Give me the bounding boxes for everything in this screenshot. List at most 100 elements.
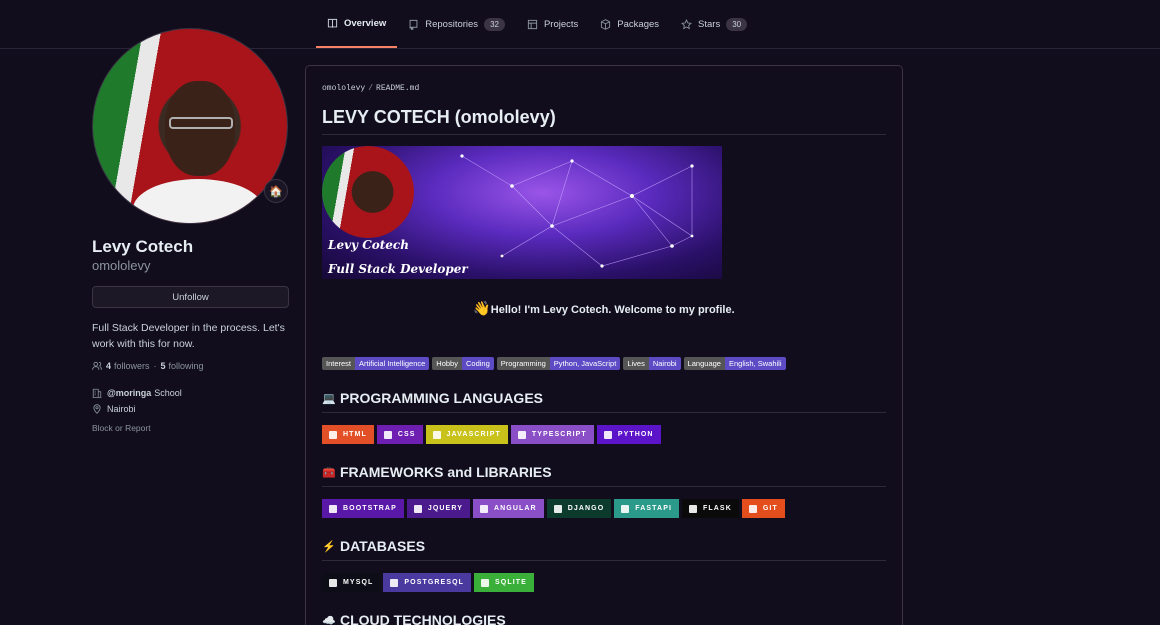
profile-login: omololevy: [92, 258, 151, 273]
breadcrumb-separator: /: [368, 84, 374, 93]
profile-bio: Full Stack Developer in the process. Let…: [92, 322, 285, 350]
avatar[interactable]: [92, 28, 288, 224]
tab-overview-label: Overview: [344, 17, 387, 29]
banner-name: Levy Cotech: [328, 238, 409, 252]
tech-logo-icon: [329, 430, 337, 439]
tech-badge-label: HTML: [343, 431, 367, 438]
tech-badge: FLASK: [682, 499, 739, 518]
section-emoji-icon: ⚡: [322, 540, 336, 553]
org-link[interactable]: @moringa: [107, 388, 151, 398]
readme-container: omololevy / README.md LEVY COTECH (omolole…: [305, 65, 903, 625]
tech-logo-icon: [383, 430, 392, 439]
tech-logo-icon: [432, 430, 441, 439]
tab-projects-label: Projects: [543, 18, 579, 30]
section-heading: ☁️ CLOUD TECHNOLOGIES: [322, 612, 886, 625]
profile-tabs: Overview Repositories 32 Projects Packag…: [316, 0, 758, 49]
tech-badge-label: MYSQL: [343, 579, 374, 586]
star-icon: [681, 18, 692, 29]
tab-projects[interactable]: Projects: [516, 0, 589, 48]
status-badge[interactable]: 🏠: [264, 179, 288, 203]
pill-key: Lives: [623, 357, 649, 370]
pill-value: Artificial Intelligence: [355, 357, 430, 370]
package-icon: [601, 18, 611, 30]
tech-badge-label: JQUERY: [427, 505, 463, 512]
section-title: CLOUD TECHNOLOGIES: [340, 612, 506, 625]
tab-repositories[interactable]: Repositories 32: [397, 0, 516, 48]
book-icon: [327, 18, 338, 28]
followers-label[interactable]: followers: [114, 361, 150, 371]
section-heading: 💻 PROGRAMMING LANGUAGES: [322, 390, 886, 413]
tech-badge-label: POSTGRESQL: [404, 579, 465, 586]
badge-row: BOOTSTRAP JQUERY ANGULAR DJANGO FASTAPI FLASK…: [322, 499, 886, 518]
followers-count[interactable]: 4: [106, 361, 111, 371]
tech-badge-label: CSS: [397, 431, 416, 438]
section-emoji-icon: ☁️: [322, 614, 336, 625]
tech-badge-label: PYTHON: [617, 431, 654, 438]
pill-key: Language: [683, 357, 725, 370]
section-heading: ⚡ DATABASES: [322, 538, 886, 561]
tab-packages-label: Packages: [617, 18, 660, 30]
readme-owner-link[interactable]: omololevy: [322, 84, 365, 93]
section-title: DATABASES: [340, 538, 426, 554]
tab-repositories-label: Repositories: [425, 18, 479, 30]
pill-value: English, Swahili: [724, 357, 786, 370]
section-emoji-icon: 🧰: [322, 466, 336, 479]
tech-badge: DJANGO: [546, 499, 612, 518]
pill-value: Python, JavaScript: [549, 357, 621, 370]
tech-logo-icon: [517, 430, 526, 439]
tech-badge: ANGULAR: [473, 499, 544, 518]
tech-badge-label: JAVASCRIPT: [446, 431, 501, 438]
section-emoji-icon: 💻: [322, 392, 336, 405]
tech-logo-icon: [553, 504, 562, 513]
tech-badge: TYPESCRIPT: [510, 425, 594, 444]
repo-icon: [409, 19, 418, 30]
tech-logo-icon: [329, 578, 337, 587]
tab-stars[interactable]: Stars 30: [670, 0, 758, 48]
readme-banner-image: Levy Cotech Full Stack Developer: [322, 146, 722, 279]
location-text: Nairobi: [107, 404, 136, 414]
greeting-text: Hello! I'm Levy Cotech. Welcome to my pr…: [490, 304, 735, 316]
following-label[interactable]: following: [169, 361, 204, 371]
pill-language: Language English, Swahili: [683, 357, 786, 370]
tech-badge-label: TYPESCRIPT: [531, 431, 587, 438]
readme-file-link[interactable]: README.md: [376, 84, 419, 93]
tech-badge: POSTGRESQL: [383, 573, 472, 592]
pill-value: Coding: [461, 357, 494, 370]
tech-badge: JAVASCRIPT: [425, 425, 508, 444]
readme-breadcrumb: omololevy / README.md: [322, 84, 886, 93]
pill-key: Hobby: [432, 357, 462, 370]
block-or-report-link[interactable]: Block or Report: [92, 423, 290, 433]
tech-badge: JQUERY: [406, 499, 470, 518]
pill-interest: Interest Artificial Intelligence: [322, 357, 430, 370]
tech-logo-icon: [390, 578, 399, 587]
tech-logo-icon: [603, 430, 612, 439]
tech-badge: HTML: [322, 425, 374, 444]
pill-lives: Lives Nairobi: [623, 357, 681, 370]
tech-badge-label: SQLITE: [495, 579, 527, 586]
pill-hobby: Hobby Coding: [432, 357, 494, 370]
banner-role: Full Stack Developer: [328, 262, 468, 276]
tech-logo-icon: [413, 504, 422, 513]
tech-badge: FASTAPI: [614, 499, 680, 518]
unfollow-button[interactable]: Unfollow: [92, 286, 289, 308]
following-count[interactable]: 5: [161, 361, 166, 371]
readme-sections: 💻 PROGRAMMING LANGUAGES HTML CSS JAVASCRIPT T…: [322, 390, 886, 625]
table-icon: [527, 19, 538, 29]
readme-greeting: 👋Hello! I'm Levy Cotech. Welcome to my p…: [322, 300, 886, 317]
tech-badge: GIT: [741, 499, 785, 518]
tab-overview[interactable]: Overview: [316, 0, 398, 48]
tech-logo-icon: [329, 504, 337, 513]
tab-packages[interactable]: Packages: [589, 0, 670, 48]
tech-logo-icon: [689, 504, 698, 513]
readme-title: LEVY COTECH (omololevy): [322, 107, 886, 135]
tech-badge-label: BOOTSTRAP: [343, 505, 397, 512]
profile-fullname: Levy Cotech: [92, 237, 194, 256]
location-icon: [93, 404, 101, 414]
tech-logo-icon: [621, 504, 630, 513]
section-heading: 🧰 FRAMEWORKS and LIBRARIES: [322, 464, 886, 487]
network-graphic: [460, 154, 694, 268]
tech-badge: PYTHON: [596, 425, 661, 444]
avatar-glasses: [169, 117, 233, 129]
waving-hand-icon: 👋: [473, 300, 491, 316]
badge-row: HTML CSS JAVASCRIPT TYPESCRIPT PYTHON: [322, 425, 886, 444]
